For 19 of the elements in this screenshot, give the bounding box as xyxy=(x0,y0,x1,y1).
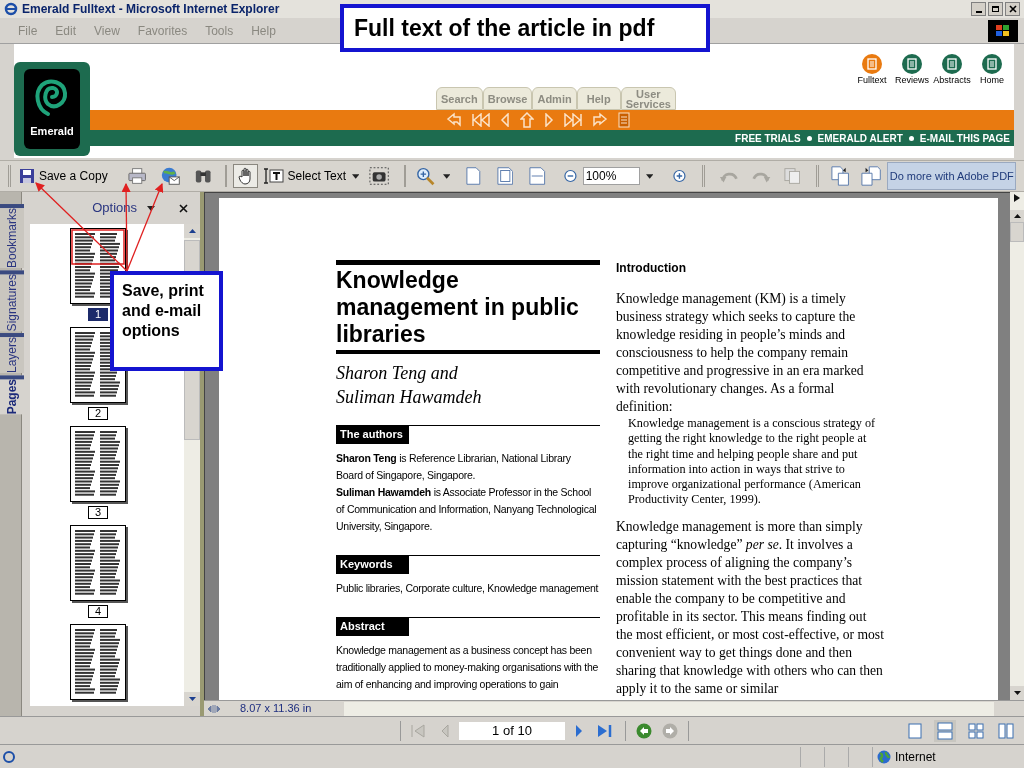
article-title: Knowledge management in public libraries xyxy=(336,266,580,349)
section-heading: Keywords xyxy=(336,555,409,574)
author-line: Suliman Hawamdeh xyxy=(336,386,483,409)
section-heading: Abstract xyxy=(336,617,409,636)
section-heading: Introduction xyxy=(616,260,687,276)
body-paragraph: Knowledge management is more than simply capturing “knowledge” per se. It involves a complex process of aligning the company’s mission statement with the best practices that enable the company to be competitive and profitable in its sector. This means finding out the most efficient, or most cost-effective, or most convenient way to get things done and then sharing that knowledge with others who can then apply it to the same or similar xyxy=(616,517,884,698)
page-size-label: 8.07 x 11.36 in xyxy=(240,701,313,717)
section-heading: The authors xyxy=(336,425,409,444)
callout-tooltip: Full text of the article in pdf xyxy=(340,4,710,52)
author-bio: Suliman Hawamdeh is Associate Professor in the School of Communication and Information, Nanyang Technological University, Singapore. xyxy=(336,485,598,534)
callout-tooltip: Save, print and e-mail options xyxy=(110,271,223,371)
body-paragraph: Knowledge management (KM) is a timely business strategy which seeks to capture the knowledge residing in people’s minds and consciousness to help the company remain competitive and progressive in an era marked with revolutionary changes. As a formal definition: xyxy=(616,290,865,416)
abstract-text: Knowledge management as a business concept has been traditionally applied to money-making organisations with the aim of enhancing and improving operations to gain xyxy=(336,643,600,692)
author-line: Sharon Teng and xyxy=(336,362,459,385)
block-quote: Knowledge management is a conscious strategy of getting the right knowledge to the right people at the right time and helping people share and put information into action in ways that strive to improve organizational performance (American Productivity Center, 1999). xyxy=(627,416,877,508)
window-title: Emerald Fulltext - Microsoft Internet Explorer xyxy=(22,1,280,18)
author-bio: Sharon Teng is Reference Librarian, National Library Board of Singapore, Singapore. xyxy=(336,451,572,483)
security-zone-label: Internet xyxy=(895,748,936,766)
keywords-text: Public libraries, Corporate culture, Knowledge management xyxy=(336,581,600,596)
